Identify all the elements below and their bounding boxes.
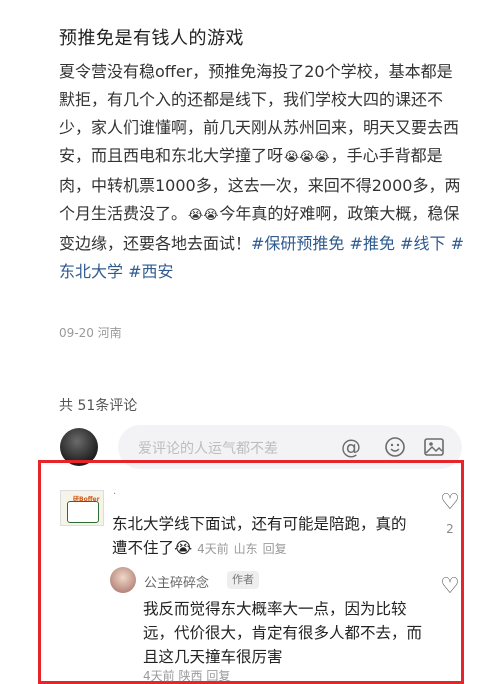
comment-body: 东北大学线下面试，还有可能是陪跑，真的遭不住了😭 4天前 山东 回复 (112, 512, 412, 561)
comment-input-placeholder: 爱评论的人运气都不差 (138, 441, 278, 457)
comment-like-button[interactable]: ♡ 2 (439, 490, 461, 537)
shirt-icon (67, 501, 99, 523)
comment-location: 山东 (233, 542, 258, 556)
post-date-location: 09-20 河南 (59, 326, 122, 340)
comment-like-count: 2 (446, 522, 454, 536)
post-body: 夏令营没有稳offer，预推免海投了20个学校，基本都是默拒，有几个入的还都是线… (59, 58, 467, 286)
post-title: 预推免是有钱人的游戏 (59, 28, 244, 49)
reply-location: 陕西 (178, 669, 203, 683)
hashtag-offline[interactable]: #线下 (400, 234, 445, 253)
heart-icon: ♡ (440, 490, 460, 515)
reply-text: 我反而觉得东大概率大一点，因为比较远，代价很大，肯定有很多人都不去，而且这几天撞… (143, 600, 423, 666)
reply-meta: 4天前 陕西 回复 (143, 667, 230, 684)
hashtag-xian[interactable]: #西安 (128, 262, 173, 281)
heart-icon: ♡ (440, 574, 460, 599)
hashtag-baoyan[interactable]: #保研预推免 (251, 234, 344, 253)
emoji-icon[interactable] (384, 436, 406, 458)
comment-text: 东北大学线下面试，还有可能是陪跑，真的遭不住了 (112, 515, 407, 557)
crying-emoji: 😭 (174, 539, 193, 557)
comment-time: 4天前 (197, 542, 229, 556)
comment-count: 共 51条评论 (59, 398, 138, 414)
author-badge: 作者 (227, 571, 259, 589)
hashtag-tuimian[interactable]: #推免 (350, 234, 395, 253)
comment-reply-button[interactable]: 回复 (263, 542, 287, 556)
reply-author-avatar[interactable] (110, 567, 136, 593)
commenter-username[interactable]: · (113, 489, 116, 500)
reply-username[interactable]: 公主碎碎念 (144, 572, 209, 591)
reply-like-button[interactable]: ♡ (439, 576, 461, 598)
crying-emoji-group: 😭😭😭 (284, 150, 330, 165)
image-icon[interactable] (423, 436, 445, 458)
reply-time: 4天前 (143, 669, 175, 683)
crying-emoji-group: 😭😭 (188, 208, 219, 223)
reply-reply-button[interactable]: 回复 (206, 669, 230, 683)
commenter-avatar[interactable]: 研Boffer (60, 490, 104, 526)
at-icon[interactable]: @ (340, 436, 362, 458)
